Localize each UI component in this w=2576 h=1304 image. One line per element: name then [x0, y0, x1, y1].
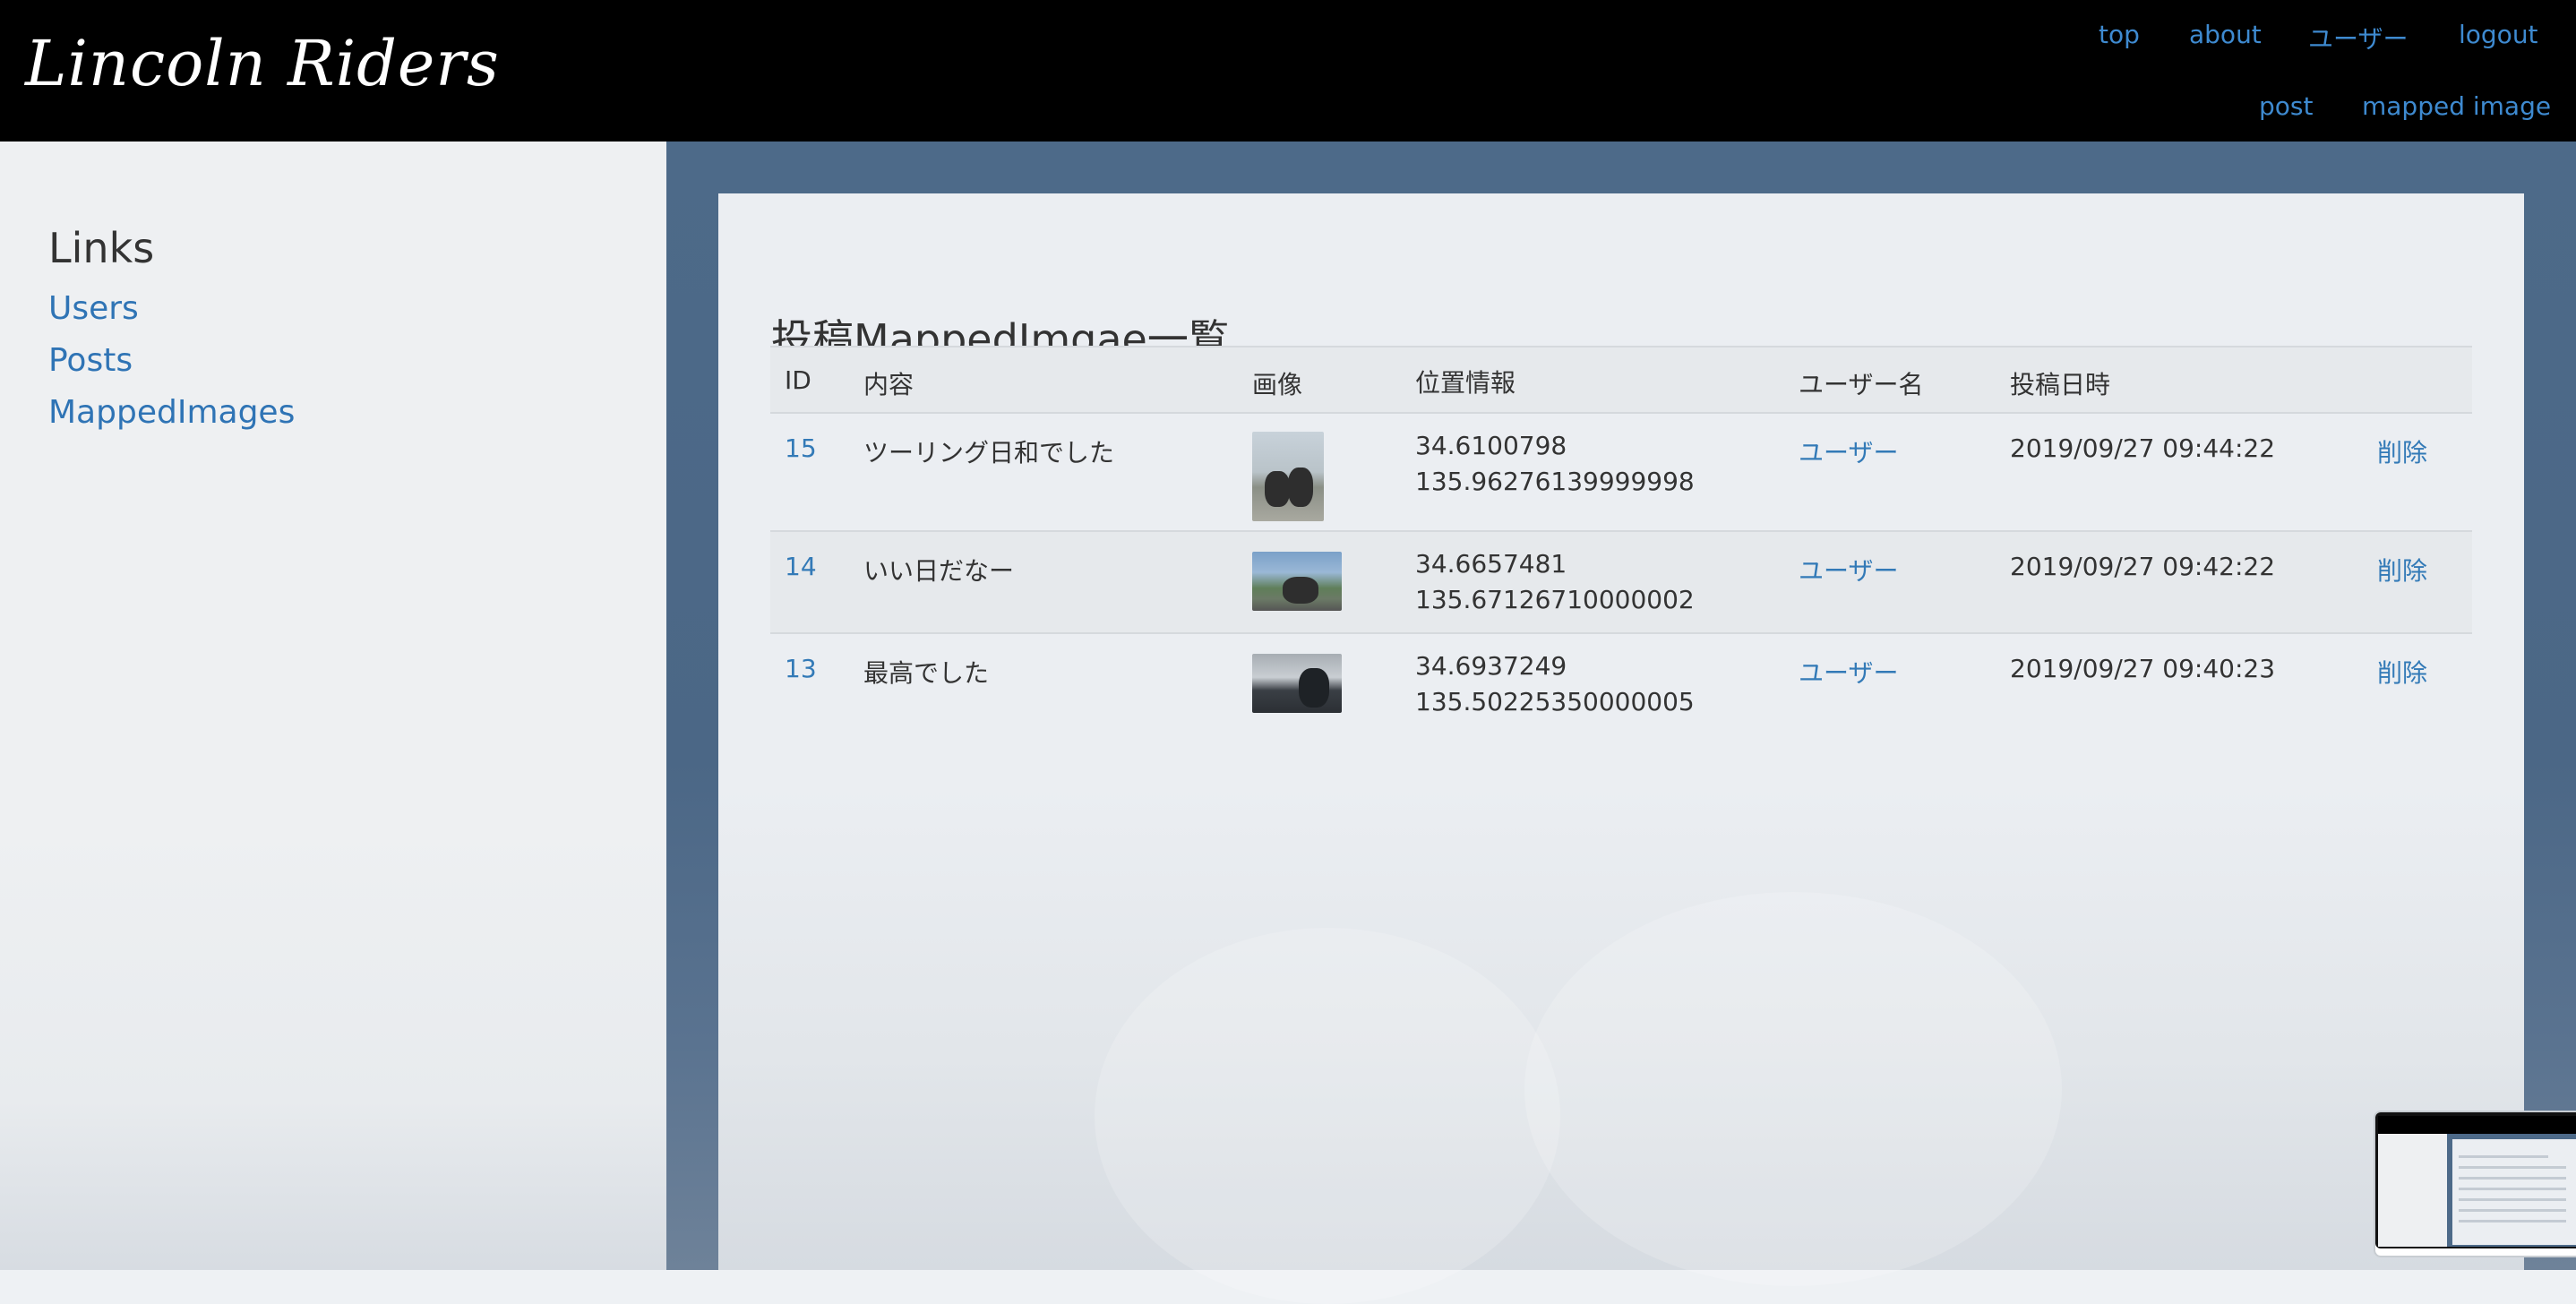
post-content: 最高でした: [863, 658, 990, 688]
sidebar-link-users[interactable]: Users: [48, 290, 139, 327]
nav-about[interactable]: about: [2189, 20, 2262, 49]
sidebar-link-mappedimages[interactable]: MappedImages: [48, 394, 295, 431]
user-link[interactable]: ユーザー: [1799, 556, 1898, 586]
post-thumbnail[interactable]: [1252, 654, 1342, 713]
site-header: Lincoln Riders top about ユーザー logout pos…: [0, 0, 2576, 142]
column-header-date: 投稿日時: [2010, 370, 2111, 399]
latitude: 34.6100798: [1415, 431, 1567, 460]
post-id-link[interactable]: 15: [785, 433, 817, 463]
longitude: 135.50225350000005: [1415, 687, 1695, 716]
column-header-id: ID: [785, 365, 811, 395]
site-logo[interactable]: Lincoln Riders: [25, 27, 500, 100]
user-link[interactable]: ユーザー: [1799, 658, 1898, 688]
column-header-username: ユーザー名: [1799, 370, 1924, 399]
post-id-link[interactable]: 13: [785, 654, 817, 683]
sidebar-title: Links: [48, 224, 155, 272]
column-header-image: 画像: [1252, 370, 1303, 399]
sidebar-link-posts[interactable]: Posts: [48, 342, 133, 379]
nav-logout[interactable]: logout: [2459, 20, 2538, 49]
nav-mapped-image[interactable]: mapped image: [2362, 91, 2551, 121]
column-header-action: [2377, 347, 2472, 413]
nav-post[interactable]: post: [2259, 91, 2313, 121]
table-row: 15 ツーリング日和でした 34.6100798 135.96276139999…: [770, 413, 2472, 531]
latitude: 34.6937249: [1415, 651, 1567, 681]
table-row: 13 最高でした 34.6937249 135.50225350000005 ユ…: [770, 633, 2472, 732]
screenshot-preview-header: [2378, 1116, 2576, 1134]
nav-user[interactable]: ユーザー: [2308, 20, 2408, 56]
post-thumbnail[interactable]: [1252, 552, 1342, 611]
post-date: 2019/09/27 09:40:23: [2010, 654, 2276, 683]
table-row: 14 いい日だなー 34.6657481 135.67126710000002 …: [770, 531, 2472, 633]
longitude: 135.96276139999998: [1415, 467, 1695, 496]
user-link[interactable]: ユーザー: [1799, 438, 1898, 468]
table-header-row: ID 内容 画像 位置情報 ユーザー名 投稿日時: [770, 347, 2472, 413]
longitude: 135.67126710000002: [1415, 585, 1695, 614]
post-date: 2019/09/27 09:42:22: [2010, 552, 2276, 581]
column-header-content: 内容: [863, 370, 914, 399]
post-content: ツーリング日和でした: [863, 438, 1115, 468]
delete-link[interactable]: 削除: [2377, 556, 2427, 586]
latitude: 34.6657481: [1415, 549, 1567, 579]
delete-link[interactable]: 削除: [2377, 658, 2427, 688]
mapped-image-table: ID 内容 画像 位置情報 ユーザー名 投稿日時 15 ツーリング日和でした 3…: [770, 346, 2472, 732]
post-content: いい日だなー: [863, 556, 1015, 586]
post-date: 2019/09/27 09:44:22: [2010, 433, 2276, 463]
nav-top[interactable]: top: [2099, 20, 2140, 49]
column-header-location: 位置情報: [1415, 368, 1516, 398]
post-thumbnail[interactable]: [1252, 432, 1324, 521]
screenshot-preview-sidebar: [2378, 1134, 2447, 1247]
delete-link[interactable]: 削除: [2377, 438, 2427, 468]
post-id-link[interactable]: 14: [785, 552, 817, 581]
